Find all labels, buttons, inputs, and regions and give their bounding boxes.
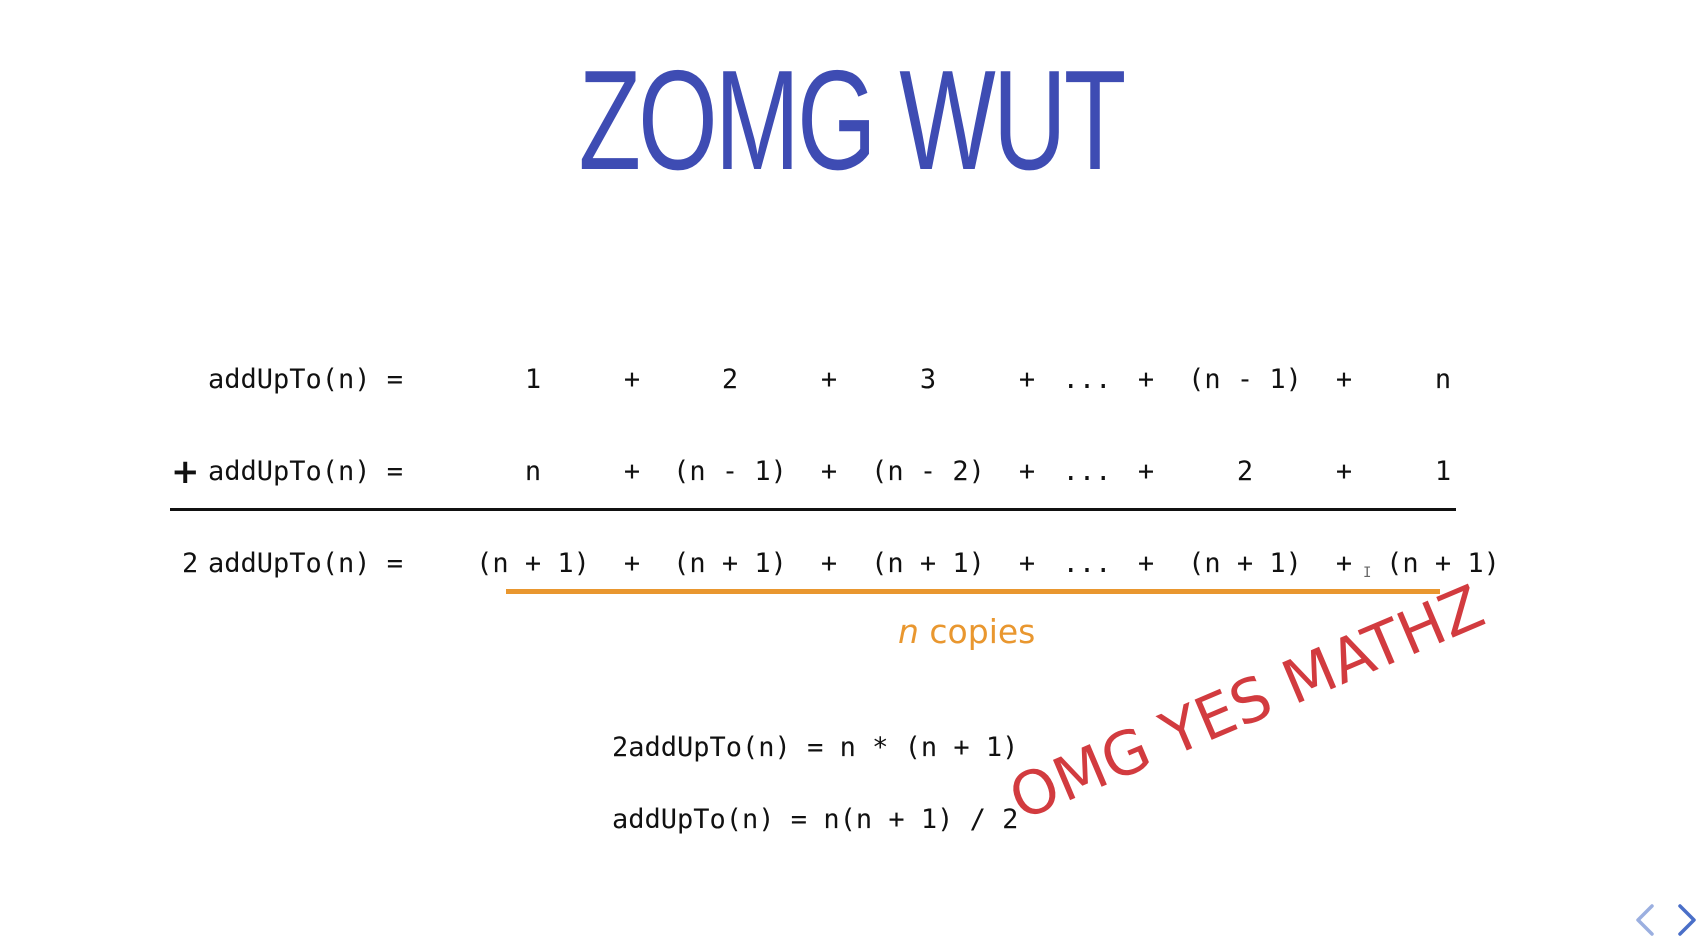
row2-term: + [1137, 456, 1155, 487]
row1-term: + [1335, 364, 1353, 395]
row1-term: (n - 1) [1188, 364, 1302, 395]
row2-term: + [623, 456, 641, 487]
row1-term: + [623, 364, 641, 395]
row3-lhs: addUpTo(n) = [208, 548, 404, 579]
row1-lhs: addUpTo(n) = [208, 364, 404, 395]
copies-text: copies [918, 612, 1036, 651]
row3-term: ... [1062, 548, 1112, 579]
result-line-1: 2addUpTo(n) = n * (n + 1) [612, 732, 1019, 763]
row2-term: (n - 1) [673, 456, 787, 487]
row3-coefficient: 2 [182, 548, 199, 579]
equation-row-1: addUpTo(n) = 1 + 2 + 3 + ... + (n - 1) +… [0, 360, 1702, 400]
row3-term: (n + 1) [476, 548, 590, 579]
row3-term: + [1018, 548, 1036, 579]
row2-term: n [524, 456, 542, 487]
row2-operator: + [171, 452, 200, 492]
copies-label: n copies [898, 612, 1035, 652]
row2-term: + [1335, 456, 1353, 487]
row3-term: (n + 1) [1188, 548, 1302, 579]
prev-slide-button[interactable] [1630, 902, 1660, 938]
result-line-2: addUpTo(n) = n(n + 1) / 2 [612, 804, 1019, 835]
next-slide-button[interactable] [1672, 902, 1702, 938]
equation-row-3: 2 addUpTo(n) = (n + 1) + (n + 1) + (n + … [0, 544, 1702, 584]
chevron-right-icon [1672, 902, 1702, 938]
chevron-left-icon [1630, 902, 1660, 938]
text-cursor-icon: I [1363, 565, 1372, 581]
row3-term: (n + 1) [1386, 548, 1500, 579]
row1-term: 3 [919, 364, 937, 395]
row1-term: n [1434, 364, 1452, 395]
row2-term: (n - 2) [871, 456, 985, 487]
row2-term: ... [1062, 456, 1112, 487]
row2-lhs: addUpTo(n) = [208, 456, 404, 487]
sum-divider-line [170, 508, 1456, 511]
slide-title: ZOMG WUT [578, 41, 1127, 200]
row3-term: (n + 1) [871, 548, 985, 579]
row1-term: ... [1062, 364, 1112, 395]
row1-term: + [820, 364, 838, 395]
copies-variable: n [898, 612, 919, 651]
slide: ZOMG WUT addUpTo(n) = 1 + 2 + 3 + ... + … [0, 0, 1702, 942]
row2-term: 1 [1434, 456, 1452, 487]
row3-term: + [623, 548, 641, 579]
row3-term: + [1137, 548, 1155, 579]
row1-term: 1 [524, 364, 542, 395]
row2-term: + [1018, 456, 1036, 487]
row1-term: + [1018, 364, 1036, 395]
row2-term: + [820, 456, 838, 487]
copies-underline [506, 589, 1440, 594]
equation-row-2: + addUpTo(n) = n + (n - 1) + (n - 2) + .… [0, 452, 1702, 492]
row1-term: + [1137, 364, 1155, 395]
row3-term: + [1335, 548, 1353, 579]
row1-term: 2 [721, 364, 739, 395]
row2-term: 2 [1236, 456, 1254, 487]
stamp-text: OMG YES MATHZ [999, 571, 1494, 835]
row3-term: + [820, 548, 838, 579]
row3-term: (n + 1) [673, 548, 787, 579]
